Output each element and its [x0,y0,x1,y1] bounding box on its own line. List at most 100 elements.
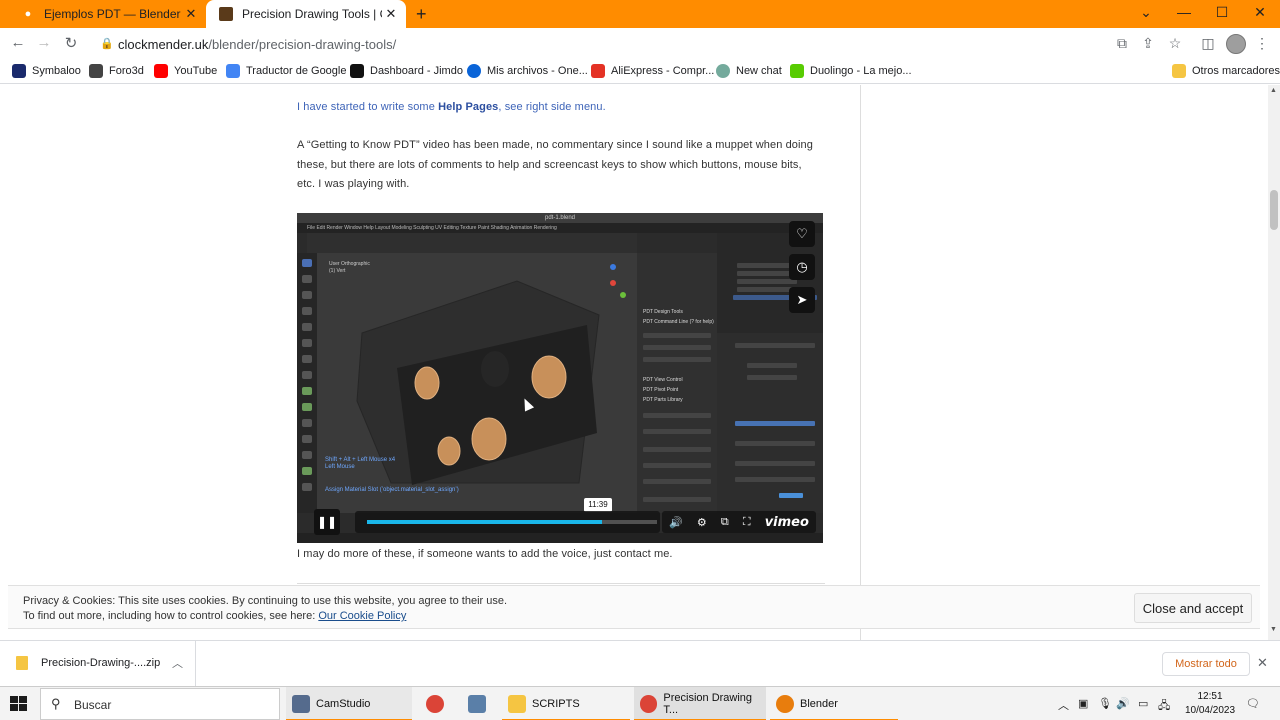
cookie-line-2: To find out more, including how to contr… [23,610,319,622]
close-tab-icon[interactable]: ✕ [382,6,400,22]
menu-icon[interactable]: ⋮ [1252,35,1272,52]
taskbar-chrome[interactable] [420,687,452,720]
bookmark-label: Traductor de Google [246,65,347,77]
windows-start-icon[interactable] [10,696,28,712]
sidebar-divider [860,85,861,640]
foro3d-icon [89,64,103,78]
taskbar-chrome-window[interactable]: Precision Drawing T... [634,687,766,720]
battery-icon[interactable]: ▭ [1138,697,1148,710]
bookmark-jimdo[interactable]: Dashboard - Jimdo [350,64,463,78]
sidebar-icon[interactable]: ◫ [1198,35,1218,52]
scroll-down-arrow-icon[interactable]: ▼ [1270,626,1277,633]
pause-button[interactable]: ❚❚ [314,509,340,535]
help-pages-paragraph[interactable]: I have started to write some Help Pages,… [297,98,822,118]
bookmark-aliexpress[interactable]: AliExpress - Compr... [591,64,714,78]
new-tab-button[interactable]: + [416,4,427,25]
chevron-up-icon[interactable]: ︿ [172,655,183,671]
picture-in-picture-icon[interactable]: ⧉ [721,516,729,529]
fullscreen-icon[interactable]: ⛶ [743,516,751,529]
knife-tool-icon [302,451,312,459]
pdt-command-line-label: PDT Command Line (? for help) [643,319,714,325]
screencast-keys: Shift + Alt + Left Mouse x4 Left Mouse [325,457,395,471]
props-row [747,375,797,380]
np-row [643,429,711,434]
lock-icon[interactable]: 🔒 [100,37,114,50]
bookmark-symbaloo[interactable]: Symbaloo [12,64,81,78]
taskbar-search-input[interactable]: ⚲ Buscar [40,688,280,720]
tab-precision-drawing-tools[interactable]: Precision Drawing Tools | Clockm ✕ [206,0,406,28]
vimeo-logo[interactable]: vimeo [765,515,809,530]
task-label: CamStudio [316,698,371,710]
bookmark-google-translate[interactable]: Traductor de Google [226,64,346,78]
send-icon[interactable]: ➤ [789,287,815,313]
address-bar[interactable]: clockmender.uk/blender/precision-drawing… [118,37,396,52]
jimdo-icon [350,64,364,78]
page-scrollbar[interactable]: ▲ ▼ [1268,85,1280,640]
bookmark-onedrive[interactable]: Mis archivos - One... [467,64,588,78]
close-window-button[interactable]: ✕ [1250,4,1270,21]
show-all-downloads-button[interactable]: Mostrar todo [1162,652,1250,676]
translate-icon[interactable]: ⧉ [1112,35,1132,52]
network-icon[interactable]: 🖧 [1158,697,1170,716]
outliner-row [737,287,797,292]
star-icon[interactable]: ☆ [1165,35,1185,52]
scrollbar-thumb[interactable] [1270,190,1278,230]
bookmark-foro3d[interactable]: Foro3d [89,64,144,78]
taskbar-camstudio[interactable]: CamStudio [286,687,412,720]
cursor-tool-icon [302,275,312,283]
clock-date[interactable]: 10/04/2023 [1181,705,1239,716]
gizmo-z-icon [610,264,616,270]
bookmark-youtube[interactable]: YouTube [154,64,217,78]
timeline-track[interactable] [367,520,657,524]
video-controls: ❚❚ 🔊 ⚙ ⧉ ⛶ vimeo [297,509,823,539]
task-label: Blender [800,698,838,710]
video-blender-menubar: File Edit Render Window Help Layout Mode… [297,223,823,233]
browser-window: ● Ejemplos PDT — Blender Manual ✕ Precis… [0,0,1280,720]
share-icon[interactable]: ⇪ [1138,35,1158,52]
task-label: Precision Drawing T... [663,692,753,716]
back-button[interactable]: ← [8,34,28,51]
speaker-icon[interactable]: 🔊 [1116,697,1130,710]
tab-blender-manual[interactable]: ● Ejemplos PDT — Blender Manual ✕ [8,0,206,28]
help-pages-link[interactable]: Help Pages [438,101,498,113]
heart-icon[interactable]: ♡ [789,221,815,247]
bookmark-other-folder[interactable]: Otros marcadores [1172,64,1280,78]
scroll-up-arrow-icon[interactable]: ▲ [1270,87,1277,94]
close-and-accept-button[interactable]: Close and accept [1134,593,1252,623]
bookmark-new-chat[interactable]: New chat [716,64,782,78]
cookie-policy-link[interactable]: Our Cookie Policy [318,610,406,622]
settings-gear-icon[interactable]: ⚙ [697,516,707,529]
tab-search-chevron-icon[interactable]: ⌄ [1136,4,1156,21]
taskbar-blender[interactable]: Blender [770,687,898,720]
reload-button[interactable]: ↻ [61,34,81,52]
gizmo-x-icon [610,280,616,286]
video-timeline[interactable] [355,511,660,533]
pdt-parts-library-label: PDT Parts Library [643,397,683,403]
model-hole-1 [414,366,440,400]
bookmark-duolingo[interactable]: Duolingo - La mejo... [790,64,912,78]
scale-tool-icon [302,323,312,331]
clock-icon[interactable]: ◷ [789,254,815,280]
close-tab-icon[interactable]: ✕ [182,6,200,22]
maximize-button[interactable]: ☐ [1212,4,1232,21]
download-filename: Precision-Drawing-....zip [41,657,161,669]
vimeo-video-player[interactable]: pdt-1.blend File Edit Render Window Help… [297,213,823,543]
taskbar-app[interactable] [462,687,494,720]
taskbar-scripts-folder[interactable]: SCRIPTS [502,687,630,720]
volume-icon[interactable]: 🔊 [669,516,683,529]
tray-chevron-up-icon[interactable]: ︿ [1058,697,1069,713]
close-downloads-icon[interactable]: ✕ [1257,655,1268,671]
blender-icon [776,695,794,713]
profile-avatar[interactable] [1226,34,1246,54]
tray-app-icon[interactable]: ▣ [1078,697,1088,710]
clock-time[interactable]: 12:51 [1186,691,1234,702]
notifications-icon[interactable]: 🗨 [1246,697,1260,710]
forward-button[interactable]: → [34,34,54,51]
props-row [735,441,815,446]
screencast-key-1: Shift + Alt + Left Mouse x4 [325,457,396,463]
outliner-row [737,279,797,284]
download-item[interactable]: Precision-Drawing-....zip ︿ [0,641,196,687]
minimize-button[interactable]: — [1174,4,1194,20]
pdt-pivot-point-label: PDT Pivot Point [643,387,679,393]
microphone-icon[interactable]: 🎙 [1098,697,1112,710]
